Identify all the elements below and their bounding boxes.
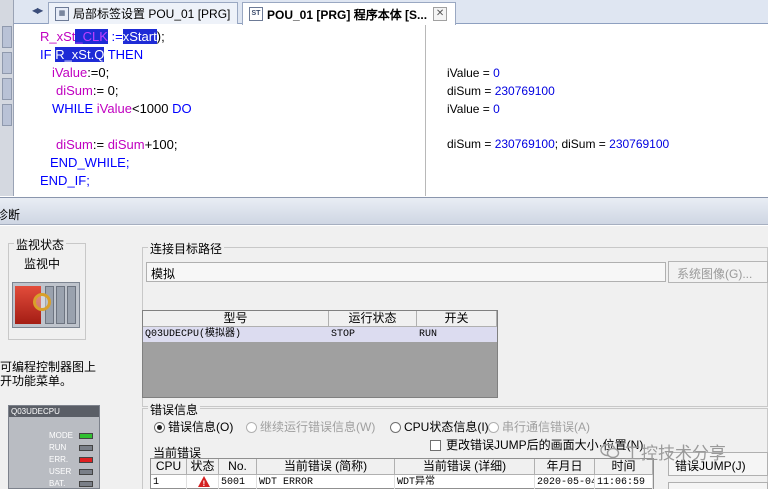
strip-segment [2,26,12,48]
monitor-row: diSum = 230769100 [447,84,555,98]
code-line-5: WHILE iValue<1000 DO [52,101,192,116]
plc-model-label: Q03UDECPU [9,406,99,417]
column-header[interactable]: 运行状态 [329,311,417,327]
code-line-6: diSum:= diSum+100; [56,137,178,152]
close-icon[interactable]: ✕ [433,7,448,21]
led-run [79,445,93,451]
radio-error-info[interactable]: 错误信息(O) [154,418,233,435]
connection-path-field: 模拟 [146,262,666,282]
plc-monitor-icon[interactable] [12,282,80,328]
code-line-8: END_IF; [40,173,90,188]
diagnostic-window-title: 诊断 [0,197,768,225]
code-line-3: iValue:=0; [52,65,110,80]
diagnostic-window-body: 监视状态 监视中 可编程控制器图上 开功能菜单。 Q03UDECPU MODE … [0,226,768,489]
table-cell[interactable]: RUN [417,327,497,342]
led-label-bat: BAT. [49,479,66,488]
description-line-2: 开功能菜单。 [0,374,73,388]
tab-label: 局部标签设置 POU_01 [PRG] [73,7,231,21]
st-program-icon: ST [249,7,263,21]
code-line-1: R_xSt_CLK :=xStart); [40,29,165,44]
led-bat [79,481,93,487]
tab-program-body[interactable]: ST POU_01 [PRG] 程序本体 [S... ✕ [242,2,456,25]
led-label-user: USER [49,467,72,476]
cpu-status-table: 型号 运行状态 开关 Q03UDECPU(模拟器) STOP RUN [142,310,498,398]
monitor-status-value: 监视中 [24,257,61,271]
table-cell[interactable] [187,475,219,489]
editor-tab-bar: ◀▶ ▦ 局部标签设置 POU_01 [PRG] ST POU_01 [PRG]… [14,0,768,25]
system-image-button[interactable]: 系统图像(G)... [668,261,768,283]
strip-segment [2,78,12,100]
strip-segment [2,52,12,74]
column-header[interactable]: 当前错误 (简称) [257,459,395,475]
led-label-mode: MODE [49,431,73,440]
tab-scroll-arrows-icon[interactable]: ◀▶ [32,6,43,15]
plc-unit-image[interactable]: Q03UDECPU MODE RUN ERR. USER BAT. [8,405,100,489]
radio-icon [390,422,401,434]
table-cell[interactable]: WDT异常 [395,475,535,489]
led-user [79,469,93,475]
strip-segment [2,104,12,126]
code-line-2: IF R_xSt.Q THEN [40,47,144,62]
table-cell[interactable]: 1 [151,475,187,489]
led-label-run: RUN [49,443,67,452]
led-label-err: ERR. [49,455,69,464]
table-cell[interactable]: 2020-05-04 [535,475,595,489]
column-header[interactable]: 状态 [187,459,219,475]
column-header[interactable]: 当前错误 (详细) [395,459,535,475]
tab-local-label-settings[interactable]: ▦ 局部标签设置 POU_01 [PRG] [48,2,238,24]
column-header[interactable]: CPU [151,459,187,475]
code-line-4: diSum:= 0; [56,83,119,98]
monitor-row: iValue = 0 [447,66,500,80]
local-label-icon: ▦ [55,6,69,21]
column-header[interactable]: 开关 [417,311,497,327]
window-title: 诊断 [0,208,21,222]
monitor-value-pane: iValue = 0 diSum = 230769100 iValue = 0 … [427,25,768,196]
monitor-row: iValue = 0 [447,102,500,116]
column-header[interactable]: No. [219,459,257,475]
radio-icon [488,422,499,434]
wechat-icon [600,443,620,459]
code-line-7: END_WHILE; [50,155,130,170]
table-cell[interactable]: STOP [329,327,417,342]
table-cell[interactable]: Q03UDECPU(模拟器) [143,327,329,342]
monitor-status-label: 监视状态 [14,236,67,253]
current-error-table: CPU 状态 No. 当前错误 (简称) 当前错误 (详细) 年月日 时间 1 … [150,458,654,489]
radio-icon [246,422,257,434]
radio-cpu-status-info[interactable]: CPU状态信息(I) [390,418,489,435]
secondary-button[interactable] [668,482,768,489]
table-cell[interactable]: WDT ERROR [257,475,395,489]
left-side-strip [0,0,14,196]
error-info-label: 错误信息 [148,401,201,418]
radio-continue-error-info[interactable]: 继续运行错误信息(W) [246,418,375,435]
led-mode [79,433,93,439]
led-err [79,457,93,463]
warning-icon [197,476,210,489]
column-header[interactable]: 年月日 [535,459,595,475]
radio-serial-comm-error[interactable]: 串行通信错误(A) [488,418,590,435]
connection-label: 连接目标路径 [148,240,225,257]
monitor-row: diSum = 230769100; diSum = 230769100 [447,137,670,151]
column-header[interactable]: 型号 [143,311,329,327]
st-code-editor[interactable]: R_xSt_CLK :=xStart); IF R_xSt.Q THEN iVa… [14,25,426,196]
tab-label: POU_01 [PRG] 程序本体 [S... [267,7,428,22]
table-cell[interactable]: 11:06:59 [595,475,653,489]
radio-checked-icon [154,422,165,434]
checkbox-icon [430,440,441,452]
watermark-text: 工控技术分享 [624,444,726,463]
table-cell[interactable]: 5001 [219,475,257,489]
